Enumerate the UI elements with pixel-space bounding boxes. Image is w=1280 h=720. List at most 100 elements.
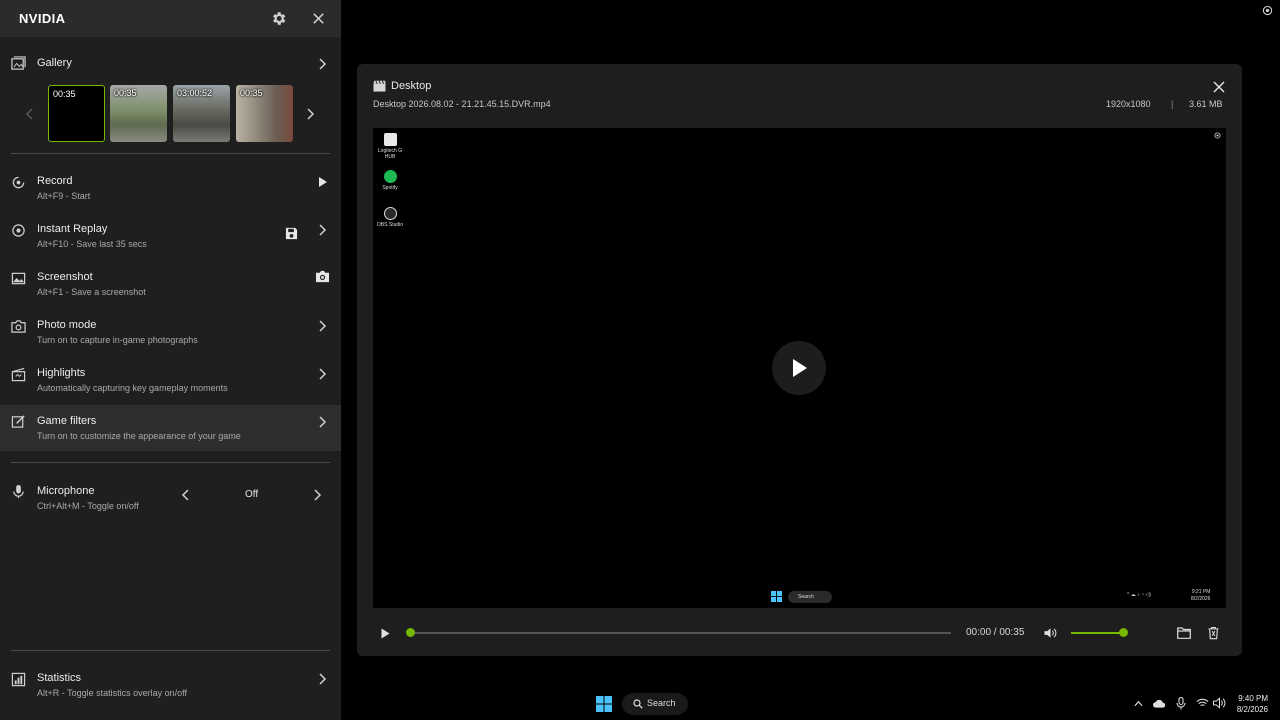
windows-start-icon[interactable] [596, 696, 612, 712]
gallery-next-icon[interactable] [305, 108, 315, 120]
camera-icon[interactable] [315, 270, 330, 283]
mini-clock: 9:21 PM 8/2/2026 [1191, 589, 1211, 602]
close-icon[interactable] [1213, 81, 1225, 93]
mini-search: Search [788, 591, 832, 603]
record-icon [12, 176, 25, 189]
gallery-prev-icon[interactable] [25, 108, 35, 120]
divider [11, 462, 330, 463]
overlay-sidebar: NVIDIA Gallery 00:35 00:35 03:00:52 00:3… [0, 0, 341, 720]
chevron-right-icon[interactable] [317, 320, 327, 332]
windows-taskbar: Search 9:40 PM 8/2/2026 [341, 688, 1280, 720]
video-filesize: 3.61 MB [1189, 99, 1223, 109]
record-row[interactable]: Record Alt+F9 - Start [0, 170, 341, 206]
statistics-label: Statistics [37, 672, 82, 684]
video-resolution: 1920x1080 [1106, 99, 1151, 109]
volume-slider[interactable] [1071, 632, 1123, 634]
seek-handle[interactable] [406, 628, 415, 637]
photo-mode-description: Turn on to capture in-game photographs [37, 335, 198, 345]
screenshot-label: Screenshot [37, 271, 93, 283]
spotify-icon [383, 170, 397, 183]
gallery-thumbnail[interactable]: 03:00:52 [173, 85, 230, 142]
clapperboard-icon [373, 80, 386, 92]
sidebar-header: NVIDIA [0, 0, 341, 37]
play-icon [793, 359, 807, 377]
photo-mode-row[interactable]: Photo mode Turn on to capture in-game ph… [0, 314, 341, 350]
screenshot-shortcut: Alt+F1 - Save a screenshot [37, 287, 146, 297]
record-label: Record [37, 175, 73, 187]
taskbar-search-button[interactable]: Search [622, 693, 688, 715]
image-icon [11, 272, 26, 285]
microphone-icon [13, 484, 24, 499]
gallery-thumbnail[interactable]: 00:35 [48, 85, 105, 142]
divider [11, 650, 330, 651]
chevron-right-icon[interactable] [317, 368, 327, 380]
chevron-up-icon[interactable] [1134, 700, 1143, 707]
filter-edit-icon [11, 415, 25, 428]
microphone-shortcut: Ctrl+Alt+M - Toggle on/off [37, 501, 139, 511]
logitech-icon [383, 133, 397, 146]
folder-icon[interactable] [1177, 627, 1191, 639]
wifi-icon[interactable] [1196, 698, 1209, 708]
gallery-icon [11, 56, 26, 70]
gallery-thumbnails: 00:35 00:35 03:00:52 00:35 [48, 85, 294, 143]
target-icon [1214, 132, 1221, 139]
chevron-right-icon[interactable] [317, 58, 327, 70]
volume-icon[interactable] [1213, 697, 1226, 709]
desktop-icon: OBS Studio [374, 207, 406, 228]
close-icon[interactable] [311, 11, 326, 26]
chevron-right-icon[interactable] [317, 673, 327, 685]
trash-icon[interactable] [1208, 626, 1219, 640]
chevron-right-icon[interactable] [317, 416, 327, 428]
camera-icon [11, 320, 26, 333]
play-overlay-button[interactable] [772, 341, 826, 395]
taskbar-search-label: Search [647, 698, 676, 708]
highlights-label: Highlights [37, 367, 86, 379]
instant-replay-icon [12, 224, 25, 237]
microphone-next-icon[interactable] [312, 489, 322, 501]
app-title: NVIDIA [19, 11, 66, 26]
play-icon[interactable] [381, 628, 390, 639]
gear-icon[interactable] [270, 10, 287, 27]
mini-taskbar: Search ^ ☁ ♪ ◔ ◁) 9:21 PM 8/2/2026 [373, 586, 1226, 608]
onedrive-icon[interactable] [1153, 698, 1166, 709]
microphone-icon[interactable] [1176, 697, 1186, 710]
game-filters-description: Turn on to customize the appearance of y… [37, 431, 241, 441]
seek-bar[interactable] [410, 632, 951, 634]
clapperboard-icon [11, 367, 26, 382]
video-frame[interactable]: Logitech G HUB Spotify OBS Studio Search [373, 128, 1226, 608]
target-icon[interactable] [1262, 5, 1273, 16]
gallery-thumbnail[interactable]: 00:35 [110, 85, 167, 142]
video-player-panel: Desktop Desktop 2026.08.02 - 21.21.45.15… [357, 64, 1242, 656]
gallery-row[interactable]: Gallery [0, 52, 341, 76]
microphone-prev-icon[interactable] [181, 489, 191, 501]
gallery-label: Gallery [37, 57, 72, 69]
obs-icon [383, 207, 397, 220]
desktop-icon: Logitech G HUB [374, 133, 406, 160]
volume-handle[interactable] [1119, 628, 1128, 637]
photo-mode-label: Photo mode [37, 319, 97, 331]
taskbar-time: 9:40 PM [1238, 694, 1268, 703]
record-shortcut: Alt+F9 - Start [37, 191, 91, 201]
taskbar-clock[interactable]: 9:40 PM 8/2/2026 [1237, 693, 1268, 715]
windows-start-icon [771, 591, 782, 602]
instant-replay-label: Instant Replay [37, 223, 108, 235]
meta-separator: | [1171, 99, 1174, 109]
desktop-icon: Spotify [374, 170, 406, 191]
game-filters-row[interactable]: Game filters Turn on to customize the ap… [0, 405, 341, 451]
save-icon[interactable] [285, 227, 298, 240]
taskbar-date: 8/2/2026 [1236, 705, 1268, 714]
screenshot-row[interactable]: Screenshot Alt+F1 - Save a screenshot [0, 266, 341, 302]
microphone-label: Microphone [37, 485, 95, 497]
play-icon[interactable] [318, 176, 328, 188]
playback-controls: 00:00 / 00:35 [357, 619, 1242, 647]
volume-icon[interactable] [1044, 627, 1057, 639]
statistics-row[interactable]: Statistics Alt+R - Toggle statistics ove… [0, 667, 341, 703]
highlights-row[interactable]: Highlights Automatically capturing key g… [0, 362, 341, 398]
highlights-description: Automatically capturing key gameplay mom… [37, 383, 228, 393]
game-filters-label: Game filters [37, 415, 97, 427]
microphone-value: Off [245, 489, 259, 500]
chevron-right-icon[interactable] [317, 224, 327, 236]
instant-replay-row[interactable]: Instant Replay Alt+F10 - Save last 35 se… [0, 218, 341, 254]
gallery-thumbnail[interactable]: 00:35 [236, 85, 293, 142]
search-icon [633, 699, 643, 709]
